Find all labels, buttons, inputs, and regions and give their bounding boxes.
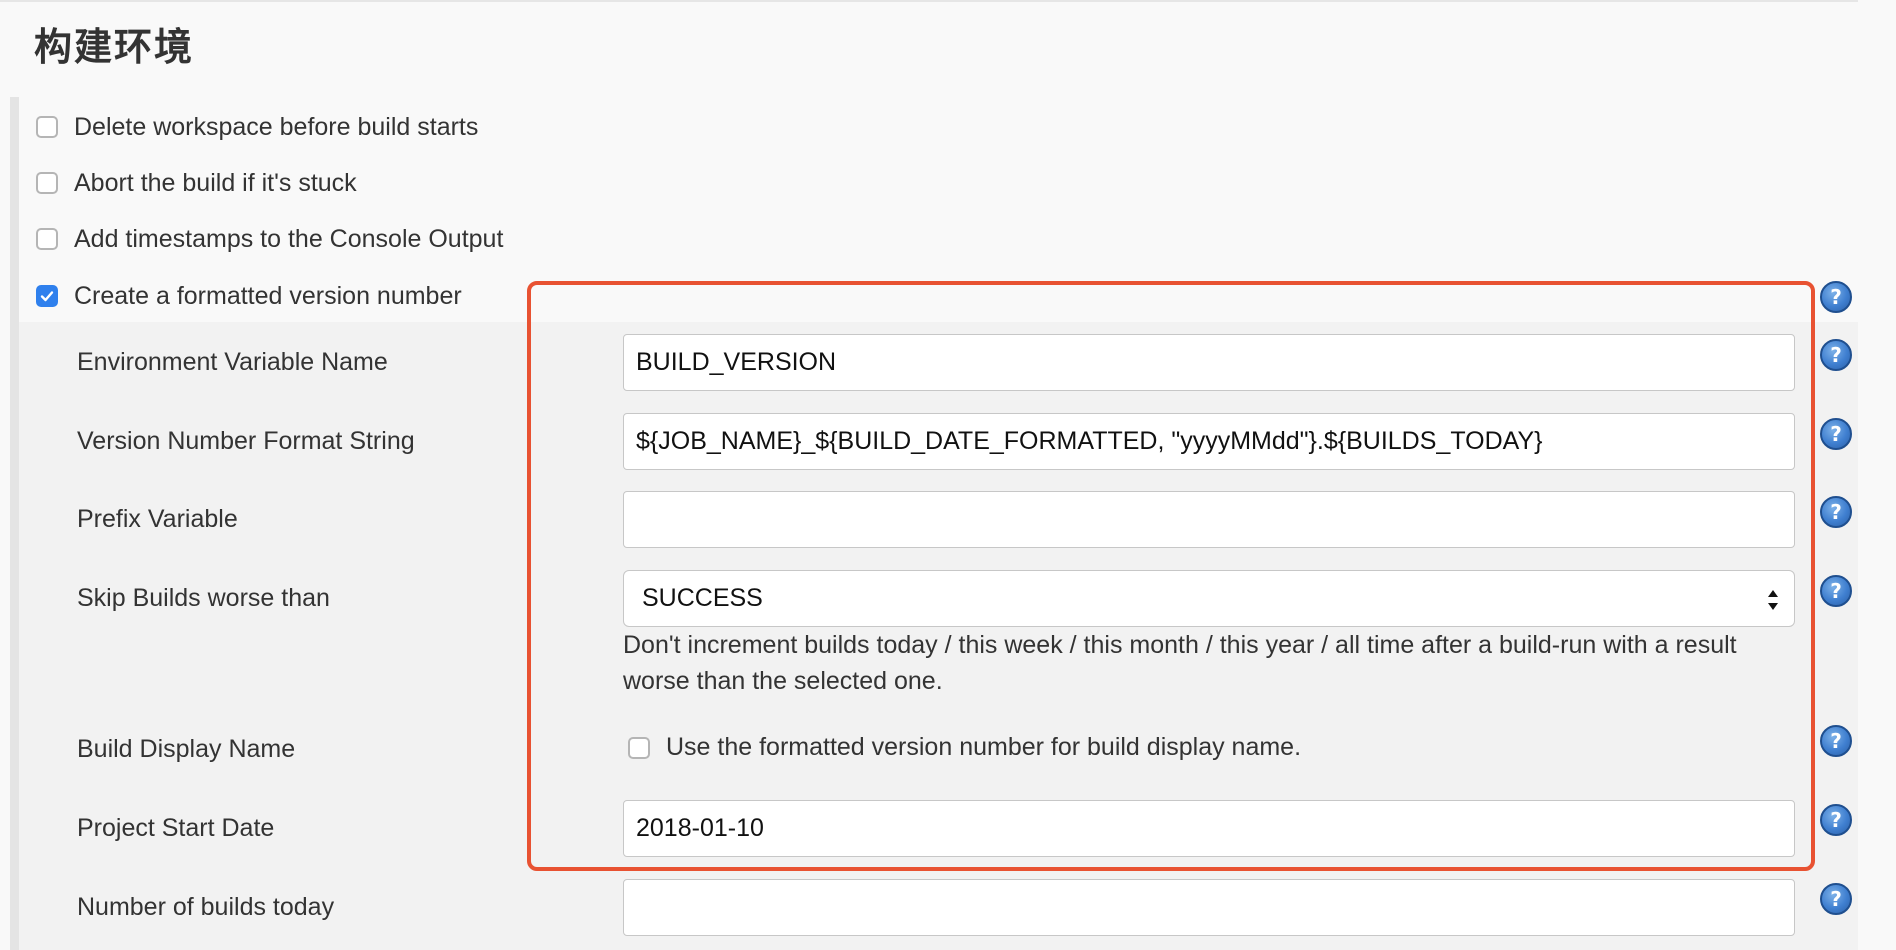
- skip-builds-select[interactable]: SUCCESS: [623, 570, 1795, 627]
- formatted-version-label: Create a formatted version number: [74, 281, 462, 310]
- project-start-date-label: Project Start Date: [77, 814, 275, 842]
- skip-builds-label: Skip Builds worse than: [77, 584, 330, 612]
- checkmark-icon: [40, 291, 54, 302]
- formatted-version-option[interactable]: Create a formatted version number: [36, 278, 462, 314]
- skip-builds-selected-value: SUCCESS: [642, 584, 763, 612]
- delete-workspace-checkbox[interactable]: [36, 116, 58, 138]
- delete-workspace-option[interactable]: Delete workspace before build starts: [36, 109, 478, 145]
- format-string-input[interactable]: [623, 413, 1795, 470]
- add-timestamps-label: Add timestamps to the Console Output: [74, 224, 504, 253]
- display-name-checkbox-label: Use the formatted version number for bui…: [666, 733, 1302, 761]
- prefix-variable-input[interactable]: [623, 491, 1795, 548]
- abort-stuck-checkbox[interactable]: [36, 172, 58, 194]
- help-icon-display-name[interactable]: ?: [1820, 725, 1852, 757]
- page-title: 构建环境: [34, 25, 195, 69]
- delete-workspace-label: Delete workspace before build starts: [74, 112, 479, 141]
- format-string-label: Version Number Format String: [77, 427, 415, 455]
- help-icon-prefix-variable[interactable]: ?: [1820, 496, 1852, 528]
- abort-stuck-option[interactable]: Abort the build if it's stuck: [36, 165, 357, 201]
- prefix-variable-label: Prefix Variable: [77, 505, 238, 533]
- project-start-date-input[interactable]: [623, 800, 1795, 857]
- skip-builds-description: Don't increment builds today / this week…: [623, 631, 1737, 695]
- top-divider: [0, 0, 1858, 2]
- builds-today-label: Number of builds today: [77, 893, 335, 921]
- help-icon-env-var[interactable]: ?: [1820, 339, 1852, 371]
- abort-stuck-label: Abort the build if it's stuck: [74, 168, 357, 197]
- build-display-name-label: Build Display Name: [77, 735, 296, 763]
- help-icon-builds-today[interactable]: ?: [1820, 883, 1852, 915]
- formatted-version-checkbox[interactable]: [36, 285, 58, 307]
- help-icon-formatted-version[interactable]: ?: [1820, 281, 1852, 313]
- display-name-option[interactable]: Use the formatted version number for bui…: [628, 733, 1301, 762]
- add-timestamps-checkbox[interactable]: [36, 228, 58, 250]
- help-icon-start-date[interactable]: ?: [1820, 804, 1852, 836]
- add-timestamps-option[interactable]: Add timestamps to the Console Output: [36, 221, 503, 257]
- display-name-checkbox[interactable]: [628, 736, 650, 759]
- builds-today-input[interactable]: [623, 879, 1795, 936]
- section-left-bar: [10, 97, 19, 950]
- select-arrows-icon: [1768, 590, 1778, 610]
- env-var-input[interactable]: [623, 334, 1795, 391]
- help-icon-skip-builds[interactable]: ?: [1820, 575, 1852, 607]
- help-icon-format-string[interactable]: ?: [1820, 418, 1852, 450]
- env-var-label: Environment Variable Name: [77, 348, 388, 376]
